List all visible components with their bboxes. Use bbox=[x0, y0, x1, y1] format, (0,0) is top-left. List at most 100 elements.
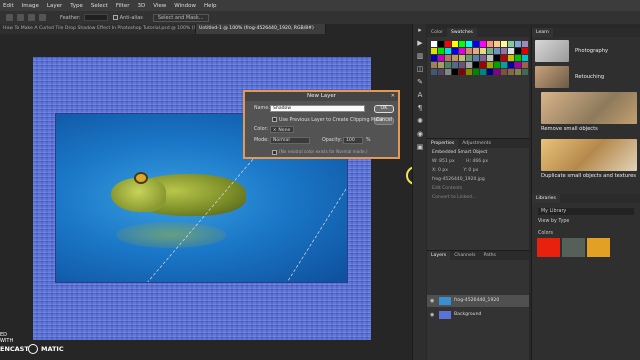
swatch[interactable] bbox=[466, 41, 472, 47]
swatch[interactable] bbox=[473, 48, 479, 54]
menu-window[interactable]: Window bbox=[174, 3, 196, 9]
doc-tab-untitled[interactable]: Untitled-1 @ 100% (frog-4526440_1920, RG… bbox=[196, 24, 326, 34]
swatch[interactable] bbox=[473, 62, 479, 68]
swatch[interactable] bbox=[522, 48, 528, 54]
swatch[interactable] bbox=[445, 48, 451, 54]
swatch[interactable] bbox=[508, 48, 514, 54]
tab-channels[interactable]: Channels bbox=[450, 251, 479, 260]
swatch[interactable] bbox=[445, 55, 451, 61]
h-value[interactable]: 466 px bbox=[472, 159, 488, 164]
menu-image[interactable]: Image bbox=[22, 3, 39, 9]
swatch[interactable] bbox=[431, 69, 437, 75]
swatch[interactable] bbox=[452, 41, 458, 47]
swatch[interactable] bbox=[452, 69, 458, 75]
swatch[interactable] bbox=[459, 62, 465, 68]
color-select[interactable]: ✕ None bbox=[270, 126, 294, 133]
swatch[interactable] bbox=[508, 41, 514, 47]
swatch[interactable] bbox=[438, 55, 444, 61]
paragraph-icon[interactable]: ¶ bbox=[413, 102, 427, 115]
swatch[interactable] bbox=[459, 69, 465, 75]
swatch[interactable] bbox=[431, 41, 437, 47]
swatch[interactable] bbox=[480, 41, 486, 47]
add-selection-icon[interactable] bbox=[28, 14, 35, 21]
edit-contents-button[interactable]: Edit Contents bbox=[427, 184, 529, 193]
swatch[interactable] bbox=[452, 62, 458, 68]
swatch[interactable] bbox=[508, 55, 514, 61]
swatch[interactable] bbox=[487, 69, 493, 75]
swatch[interactable] bbox=[452, 48, 458, 54]
marquee-tool-icon[interactable] bbox=[6, 14, 13, 21]
swatch[interactable] bbox=[473, 69, 479, 75]
swatch[interactable] bbox=[522, 55, 528, 61]
swatch[interactable] bbox=[459, 55, 465, 61]
swatch[interactable] bbox=[494, 69, 500, 75]
convert-linked-button[interactable]: Convert to Linked... bbox=[427, 193, 529, 202]
visibility-eye-icon[interactable]: ◉ bbox=[430, 295, 434, 307]
y-value[interactable]: 0 px bbox=[468, 168, 478, 173]
canvas-area[interactable] bbox=[0, 34, 412, 360]
w-value[interactable]: 851 px bbox=[439, 159, 455, 164]
swatch-grid[interactable] bbox=[427, 37, 529, 75]
tab-libraries[interactable]: Libraries bbox=[532, 194, 560, 203]
swatch[interactable] bbox=[487, 48, 493, 54]
layer-row-background[interactable]: ◉ Background bbox=[427, 309, 529, 321]
clipping-mask-checkbox[interactable]: Use Previous Layer to Create Clipping Ma… bbox=[272, 117, 383, 123]
subtract-selection-icon[interactable] bbox=[39, 14, 46, 21]
ok-button[interactable]: OK bbox=[374, 105, 394, 113]
character-icon[interactable]: A bbox=[413, 89, 427, 102]
clone-source-icon[interactable]: ▣ bbox=[413, 141, 427, 154]
dialog-titlebar[interactable]: New Layer ✕ bbox=[245, 92, 398, 101]
learn-item-duplicate-objects[interactable]: Duplicate small objects and textures bbox=[535, 139, 639, 183]
swatch[interactable] bbox=[501, 48, 507, 54]
menu-select[interactable]: Select bbox=[91, 3, 108, 9]
swatch[interactable] bbox=[431, 48, 437, 54]
menu-layer[interactable]: Layer bbox=[47, 3, 62, 9]
swatch[interactable] bbox=[438, 48, 444, 54]
feather-input[interactable] bbox=[83, 14, 108, 21]
swatch[interactable] bbox=[487, 41, 493, 47]
swatch[interactable] bbox=[522, 69, 528, 75]
brush-icon[interactable]: ✎ bbox=[413, 76, 427, 89]
library-color-chip[interactable] bbox=[537, 238, 560, 257]
visibility-eye-icon[interactable]: ◉ bbox=[430, 309, 434, 321]
close-icon[interactable]: ✕ bbox=[391, 92, 395, 101]
swatch[interactable] bbox=[445, 62, 451, 68]
swatch[interactable] bbox=[515, 69, 521, 75]
menu-3d[interactable]: 3D bbox=[137, 3, 145, 9]
learn-item-photography[interactable]: Photography bbox=[535, 40, 639, 62]
swatch[interactable] bbox=[459, 41, 465, 47]
swatch[interactable] bbox=[494, 62, 500, 68]
new-selection-icon[interactable] bbox=[17, 14, 24, 21]
library-select[interactable]: My Library bbox=[538, 208, 634, 215]
swatch[interactable] bbox=[445, 69, 451, 75]
swatch[interactable] bbox=[522, 41, 528, 47]
swatch[interactable] bbox=[480, 62, 486, 68]
library-color-chip[interactable] bbox=[562, 238, 585, 257]
tab-properties[interactable]: Properties bbox=[427, 139, 459, 148]
swatch[interactable] bbox=[473, 41, 479, 47]
layer-row-frog[interactable]: ◉ frog-4526440_1920 bbox=[427, 295, 529, 307]
select-and-mask-button[interactable]: Select and Mask... bbox=[152, 13, 209, 22]
learn-item-retouching[interactable]: Retouching bbox=[535, 66, 639, 88]
swatch[interactable] bbox=[445, 41, 451, 47]
play-icon[interactable]: ▶ bbox=[413, 37, 427, 50]
tab-paths[interactable]: Paths bbox=[479, 251, 500, 260]
swatch[interactable] bbox=[501, 62, 507, 68]
neutral-color-checkbox[interactable]: (No neutral color exists for Normal mode… bbox=[272, 149, 368, 155]
swatch[interactable] bbox=[466, 62, 472, 68]
library-color-chip[interactable] bbox=[587, 238, 610, 257]
menu-edit[interactable]: Edit bbox=[3, 3, 14, 9]
swatch[interactable] bbox=[494, 55, 500, 61]
swatch[interactable] bbox=[452, 55, 458, 61]
swatch[interactable] bbox=[501, 55, 507, 61]
swatch[interactable] bbox=[480, 69, 486, 75]
camera-icon[interactable]: ◉ bbox=[413, 128, 427, 141]
histogram-icon[interactable]: ▥ bbox=[413, 50, 427, 63]
swatch[interactable] bbox=[480, 55, 486, 61]
swatch[interactable] bbox=[515, 62, 521, 68]
layer-comps-icon[interactable]: ◫ bbox=[413, 63, 427, 76]
swatch[interactable] bbox=[466, 69, 472, 75]
swatch[interactable] bbox=[438, 41, 444, 47]
menu-view[interactable]: View bbox=[153, 3, 166, 9]
swatch[interactable] bbox=[431, 62, 437, 68]
